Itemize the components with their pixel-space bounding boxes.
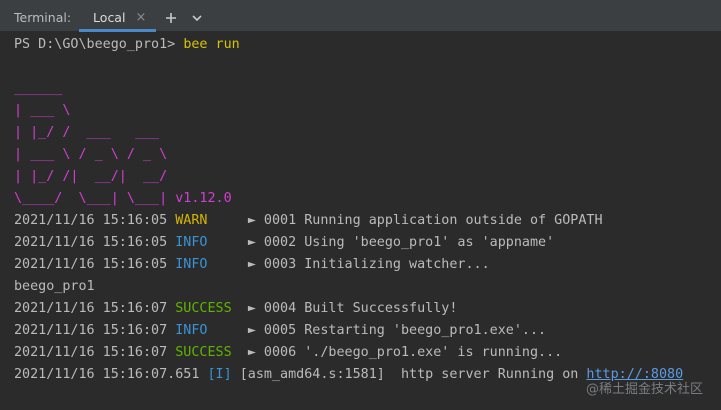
tab-local[interactable]: Local × bbox=[79, 4, 157, 32]
ascii-banner-line: | ___ \ bbox=[14, 103, 71, 118]
ascii-banner-text: \____/ \___| \___| bbox=[14, 191, 168, 206]
ascii-banner-line: \____/ \___| \___| v1.12.0 bbox=[14, 188, 683, 210]
app-name-line: beego_pro1 bbox=[14, 279, 95, 294]
watermark: @稀土掘金技术社区 bbox=[585, 382, 703, 397]
log-timestamp: 2021/11/16 15:16:05 bbox=[14, 213, 176, 228]
command-text: bee run bbox=[183, 37, 240, 52]
ascii-banner-line: | ___ \ / _ \ / _ \ bbox=[14, 147, 168, 162]
log-timestamp: 2021/11/16 15:16:07.651 bbox=[14, 367, 208, 382]
log-message: ► 0001 Running application outside of GO… bbox=[247, 213, 603, 228]
prompt-text: PS D:\GO\beego_pro1> bbox=[14, 37, 184, 52]
tab-local-label: Local bbox=[93, 10, 126, 25]
log-level: SUCCESS bbox=[175, 301, 232, 316]
tool-window-title: Terminal: bbox=[14, 10, 72, 25]
ascii-banner-line: ______ bbox=[14, 81, 63, 96]
ascii-banner-line: | |_/ / ___ ___ bbox=[14, 125, 160, 140]
server-log-line: 2021/11/16 15:16:07.651 [I] [asm_amd64.s… bbox=[14, 364, 683, 386]
prompt-line: PS D:\GO\beego_pro1> bee run bbox=[14, 34, 683, 56]
log-level: INFO bbox=[175, 257, 208, 272]
log-level: WARN bbox=[175, 213, 208, 228]
bee-version: v1.12.0 bbox=[167, 191, 232, 206]
chevron-down-icon[interactable] bbox=[186, 7, 208, 29]
log-message: ► 0005 Restarting 'beego_pro1.exe'... bbox=[247, 323, 547, 338]
close-icon[interactable]: × bbox=[135, 10, 146, 25]
log-line: 2021/11/16 15:16:05 INFO ► 0003 Initiali… bbox=[14, 254, 683, 276]
log-timestamp: 2021/11/16 15:16:05 bbox=[14, 257, 176, 272]
log-line: 2021/11/16 15:16:05 WARN ► 0001 Running … bbox=[14, 210, 683, 232]
ascii-banner-line: | |_/ /| __/| __/ bbox=[14, 169, 168, 184]
log-line: 2021/11/16 15:16:07 INFO ► 0005 Restarti… bbox=[14, 320, 683, 342]
log-line: 2021/11/16 15:16:07 SUCCESS ► 0004 Built… bbox=[14, 298, 683, 320]
log-line: 2021/11/16 15:16:05 INFO ► 0002 Using 'b… bbox=[14, 232, 683, 254]
log-timestamp: 2021/11/16 15:16:07 bbox=[14, 323, 176, 338]
log-level: INFO bbox=[175, 323, 208, 338]
plus-icon[interactable] bbox=[160, 7, 182, 29]
log-level: INFO bbox=[175, 235, 208, 250]
log-message: ► 0003 Initializing watcher... bbox=[247, 257, 490, 272]
log-timestamp: 2021/11/16 15:16:07 bbox=[14, 345, 176, 360]
log-timestamp: 2021/11/16 15:16:05 bbox=[14, 235, 176, 250]
log-message: ► 0004 Built Successfully! bbox=[247, 301, 458, 316]
log-line: 2021/11/16 15:16:07 SUCCESS ► 0006 './be… bbox=[14, 342, 683, 364]
log-level: SUCCESS bbox=[175, 345, 232, 360]
terminal-output[interactable]: PS D:\GO\beego_pro1> bee run ______ | __… bbox=[0, 32, 721, 410]
log-source: [asm_amd64.s:1581] http server Running o… bbox=[231, 367, 587, 382]
log-tag: [I] bbox=[207, 367, 232, 382]
log-message: ► 0002 Using 'beego_pro1' as 'appname' bbox=[247, 235, 555, 250]
log-message: ► 0006 './beego_pro1.exe' is running... bbox=[247, 345, 563, 360]
log-timestamp: 2021/11/16 15:16:07 bbox=[14, 301, 176, 316]
terminal-tab-bar: Terminal: Local × bbox=[0, 4, 721, 32]
